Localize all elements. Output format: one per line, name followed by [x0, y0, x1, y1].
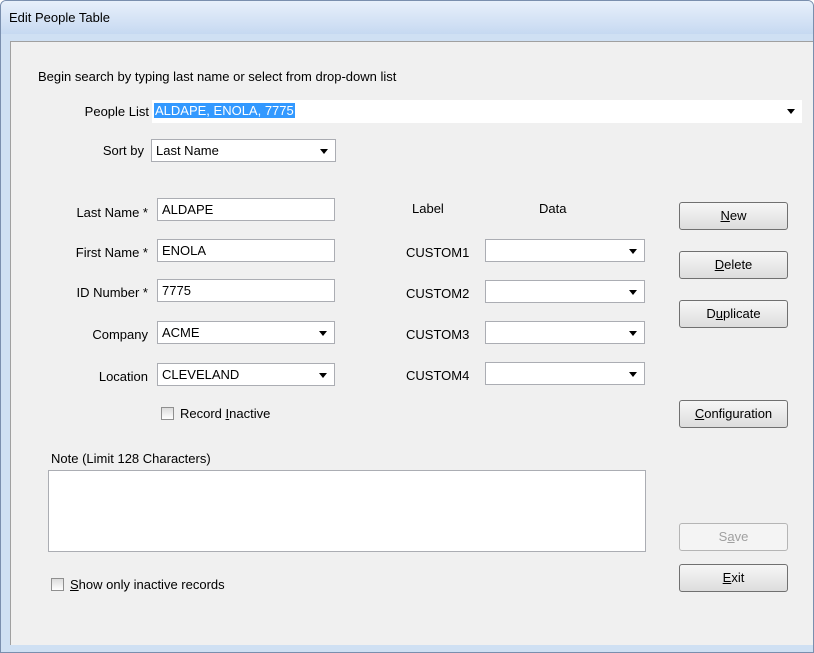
save-button[interactable]: Save — [679, 523, 788, 551]
first-name-label: First Name * — [75, 245, 148, 260]
company-label: Company — [92, 327, 148, 342]
people-list-label: People List — [84, 104, 149, 119]
custom1-dropdown-arrow-icon[interactable] — [629, 249, 637, 254]
location-dropdown-arrow-icon[interactable] — [319, 373, 327, 378]
id-number-field[interactable]: 7775 — [157, 279, 335, 302]
sort-by-value: Last Name — [156, 143, 219, 158]
window-title: Edit People Table — [9, 10, 110, 25]
company-dropdown-arrow-icon[interactable] — [319, 331, 327, 336]
custom4-dropdown-arrow-icon[interactable] — [629, 372, 637, 377]
edit-people-window: Edit People Table Begin search by typing… — [0, 0, 814, 653]
record-inactive-label[interactable]: Record Inactive — [180, 406, 270, 421]
sort-by-dropdown-arrow-icon[interactable] — [320, 149, 328, 154]
people-list-dropdown-arrow-icon[interactable] — [787, 109, 795, 114]
company-value: ACME — [162, 325, 200, 340]
note-label: Note (Limit 128 Characters) — [51, 451, 211, 466]
new-button[interactable]: New — [679, 202, 788, 230]
sort-by-combo[interactable]: Last Name — [151, 139, 336, 162]
location-combo[interactable]: CLEVELAND — [157, 363, 335, 386]
sort-by-label: Sort by — [102, 143, 144, 158]
custom3-label: CUSTOM3 — [406, 327, 470, 342]
show-inactive-label[interactable]: Show only inactive records — [70, 577, 225, 592]
people-list-value: ALDAPE, ENOLA, 7775 — [154, 103, 295, 118]
custom4-label: CUSTOM4 — [406, 368, 470, 383]
first-name-field[interactable]: ENOLA — [157, 239, 335, 262]
configuration-button[interactable]: Configuration — [679, 400, 788, 428]
record-inactive-checkbox[interactable] — [161, 407, 174, 420]
custom2-label: CUSTOM2 — [406, 286, 470, 301]
people-list-combo[interactable]: ALDAPE, ENOLA, 7775 — [152, 100, 802, 123]
note-textarea[interactable] — [48, 470, 646, 552]
custom-data-header: Data — [539, 201, 567, 216]
location-value: CLEVELAND — [162, 367, 240, 382]
exit-button[interactable]: Exit — [679, 564, 788, 592]
custom2-combo[interactable] — [485, 280, 645, 303]
delete-button[interactable]: Delete — [679, 251, 788, 279]
custom1-combo[interactable] — [485, 239, 645, 262]
id-number-label: ID Number * — [76, 285, 148, 300]
last-name-label: Last Name * — [76, 205, 148, 220]
last-name-field[interactable]: ALDAPE — [157, 198, 335, 221]
dialog-body: Begin search by typing last name or sele… — [10, 41, 813, 645]
duplicate-button[interactable]: Duplicate — [679, 300, 788, 328]
custom3-combo[interactable] — [485, 321, 645, 344]
company-combo[interactable]: ACME — [157, 321, 335, 344]
show-inactive-checkbox[interactable] — [51, 578, 64, 591]
custom4-combo[interactable] — [485, 362, 645, 385]
title-bar[interactable]: Edit People Table — [1, 1, 813, 34]
location-label: Location — [98, 369, 148, 384]
custom-label-header: Label — [412, 201, 444, 216]
custom1-label: CUSTOM1 — [406, 245, 470, 260]
custom2-dropdown-arrow-icon[interactable] — [629, 290, 637, 295]
custom3-dropdown-arrow-icon[interactable] — [629, 331, 637, 336]
instruction-text: Begin search by typing last name or sele… — [38, 69, 397, 84]
